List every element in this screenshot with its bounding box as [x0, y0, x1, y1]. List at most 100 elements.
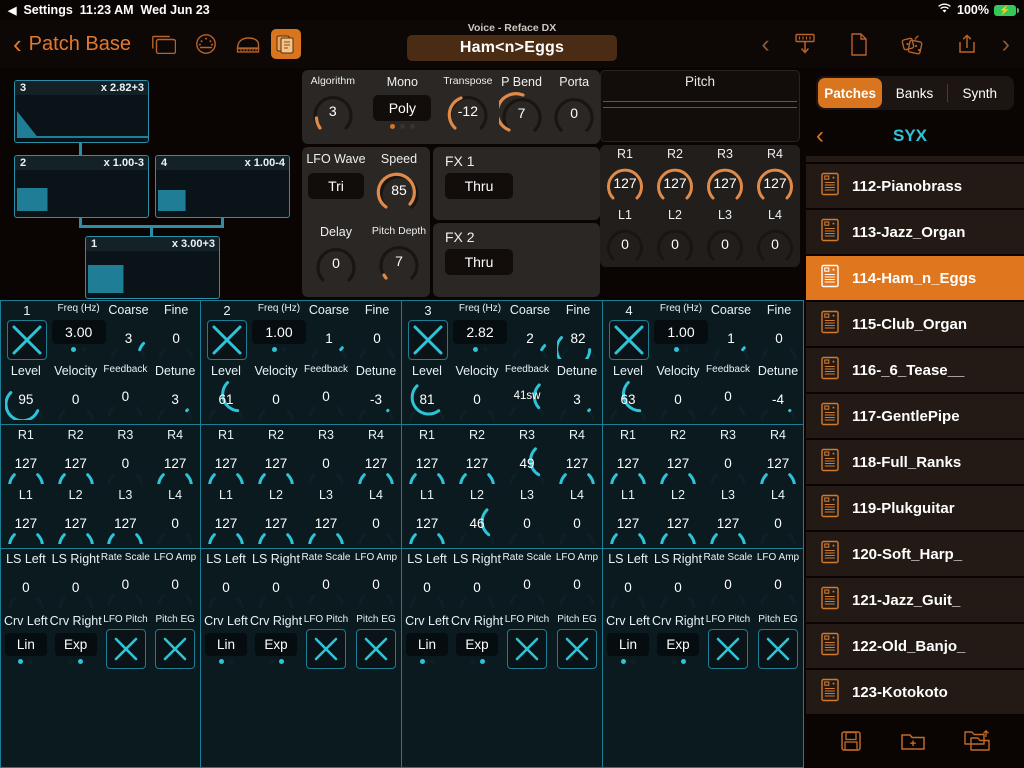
- op-knob[interactable]: R2 127: [51, 428, 101, 484]
- crv-left-dots[interactable]: [419, 659, 435, 664]
- lfo-pitch-x-icon[interactable]: [708, 629, 748, 669]
- operator-enable-x-icon[interactable]: [609, 320, 649, 360]
- op-knob[interactable]: Rate Scale 0: [703, 552, 753, 608]
- crv-dot[interactable]: [670, 659, 676, 664]
- crv-left-value[interactable]: Lin: [607, 633, 649, 656]
- crv-dot[interactable]: [218, 659, 224, 664]
- op-knob[interactable]: Feedback 41sw: [502, 364, 552, 420]
- freq-dot[interactable]: [271, 347, 277, 352]
- crv-right-value[interactable]: Exp: [54, 633, 97, 656]
- crv-right-dots[interactable]: [268, 659, 284, 664]
- piano-icon[interactable]: [229, 27, 267, 61]
- pager-dot[interactable]: [389, 124, 395, 129]
- freq-mode-dots[interactable]: [472, 347, 488, 352]
- pitch-eg-x-icon[interactable]: [758, 629, 798, 669]
- op-knob[interactable]: Coarse 2: [506, 303, 554, 359]
- pitch-l3-knob[interactable]: L3 0: [700, 208, 750, 265]
- mono-poly-selector[interactable]: Mono Poly: [364, 75, 441, 129]
- op-knob[interactable]: R1 127: [603, 428, 653, 484]
- crv-dot[interactable]: [630, 659, 636, 664]
- pitch-r3-knob[interactable]: R3 127: [700, 147, 750, 204]
- freq-dot[interactable]: [673, 347, 679, 352]
- algo-op-box[interactable]: 4 x 1.00-4: [155, 155, 290, 218]
- status-back-label[interactable]: Settings: [23, 3, 72, 17]
- freq-value[interactable]: 3.00: [51, 320, 106, 344]
- pitch-l2-knob[interactable]: L2 0: [650, 208, 700, 265]
- patch-list-item[interactable]: 116-_6_Tease__: [806, 348, 1024, 392]
- op-knob[interactable]: L2 127: [251, 488, 301, 544]
- patch-list-item[interactable]: 120-Soft_Harp_: [806, 532, 1024, 576]
- crv-dot[interactable]: [78, 659, 84, 664]
- op-knob[interactable]: Detune 3: [552, 364, 602, 420]
- op-knob[interactable]: Fine 82: [554, 303, 602, 359]
- save-icon[interactable]: [839, 729, 863, 758]
- pitch-r2-knob[interactable]: R2 127: [650, 147, 700, 204]
- patch-list-item[interactable]: 115-Club_Organ: [806, 302, 1024, 346]
- op-knob[interactable]: Detune -4: [753, 364, 803, 420]
- algo-op-box[interactable]: 1 x 3.00+3: [85, 236, 220, 299]
- op-knob[interactable]: L3 127: [301, 488, 351, 544]
- pitch-r4-knob[interactable]: R4 127: [750, 147, 800, 204]
- freq-mode-dots[interactable]: [673, 347, 689, 352]
- op-knob[interactable]: L2 46: [452, 488, 502, 544]
- op-knob[interactable]: R3 0: [101, 428, 151, 484]
- op-knob[interactable]: LFO Amp 0: [351, 552, 401, 608]
- bank-back-chevron-icon[interactable]: ‹: [816, 124, 824, 148]
- tab-synth[interactable]: Synth: [948, 78, 1012, 108]
- op-knob[interactable]: Velocity 0: [51, 364, 101, 420]
- crv-dot[interactable]: [620, 659, 626, 664]
- new-document-icon[interactable]: [840, 27, 878, 61]
- lfo-speed-knob[interactable]: Speed 85: [370, 152, 428, 213]
- op-knob[interactable]: R2 127: [653, 428, 703, 484]
- op-knob[interactable]: Level 95: [1, 364, 51, 420]
- lfo-pitch-x-icon[interactable]: [105, 629, 146, 669]
- op-knob[interactable]: LS Left 0: [603, 552, 653, 608]
- op-knob[interactable]: LS Right 0: [452, 552, 502, 608]
- op-knob[interactable]: R4 127: [351, 428, 401, 484]
- algorithm-diagram[interactable]: 3 x 2.82+3 2 x 1.00-3 4 x 1.00-4 1 x 3.0…: [0, 68, 300, 300]
- midi-din-icon[interactable]: [187, 27, 225, 61]
- op-knob[interactable]: LFO Amp 0: [753, 552, 803, 608]
- patch-list-item[interactable]: 121-Jazz_Guit_: [806, 578, 1024, 622]
- op-knob[interactable]: LS Right 0: [653, 552, 703, 608]
- op-knob[interactable]: Fine 0: [755, 303, 803, 359]
- new-folder-icon[interactable]: [900, 730, 926, 757]
- op-knob[interactable]: L1 127: [603, 488, 653, 544]
- crv-dot[interactable]: [680, 659, 686, 664]
- op-knob[interactable]: Rate Scale 0: [101, 552, 151, 608]
- patch-list-item[interactable]: 119-Plukguitar: [806, 486, 1024, 530]
- next-patch-chevron-icon[interactable]: ›: [1002, 31, 1010, 57]
- op-knob[interactable]: Coarse 1: [707, 303, 755, 359]
- crv-right-dots[interactable]: [469, 659, 485, 664]
- share-upload-icon[interactable]: [948, 27, 986, 61]
- op-knob[interactable]: R4 127: [150, 428, 200, 484]
- pitch-eg-x-icon[interactable]: [155, 629, 196, 669]
- crv-left-value[interactable]: Lin: [205, 633, 247, 656]
- operator-enable-x-icon[interactable]: [6, 320, 47, 360]
- randomize-dice-icon[interactable]: [894, 27, 932, 61]
- op-knob[interactable]: R1 127: [402, 428, 452, 484]
- op-knob[interactable]: L3 127: [101, 488, 151, 544]
- op-knob[interactable]: Fine 0: [353, 303, 401, 359]
- op-knob[interactable]: L4 0: [753, 488, 803, 544]
- op-knob[interactable]: R1 127: [201, 428, 251, 484]
- op-knob[interactable]: LFO Amp 0: [150, 552, 200, 608]
- op-knob[interactable]: LS Left 0: [201, 552, 251, 608]
- fx2-value[interactable]: Thru: [445, 249, 513, 275]
- op-knob[interactable]: L4 0: [351, 488, 401, 544]
- op-knob[interactable]: L2 127: [653, 488, 703, 544]
- op-knob[interactable]: R2 127: [251, 428, 301, 484]
- op-knob[interactable]: Feedback 0: [101, 364, 151, 420]
- patch-list-item[interactable]: 117-GentlePipe: [806, 394, 1024, 438]
- op-knob[interactable]: Level 61: [201, 364, 251, 420]
- crv-dot[interactable]: [278, 659, 284, 664]
- patch-list-item[interactable]: 113-Jazz_Organ: [806, 210, 1024, 254]
- freq-mode-dots[interactable]: [71, 347, 87, 352]
- op-knob[interactable]: Velocity 0: [653, 364, 703, 420]
- op-knob[interactable]: L1 127: [1, 488, 51, 544]
- operator-enable-x-icon[interactable]: [408, 320, 448, 360]
- patch-list-item[interactable]: 114-Ham_n_Eggs: [806, 256, 1024, 300]
- op-knob[interactable]: Velocity 0: [251, 364, 301, 420]
- op-knob[interactable]: Coarse 1: [305, 303, 353, 359]
- download-from-synth-icon[interactable]: [786, 27, 824, 61]
